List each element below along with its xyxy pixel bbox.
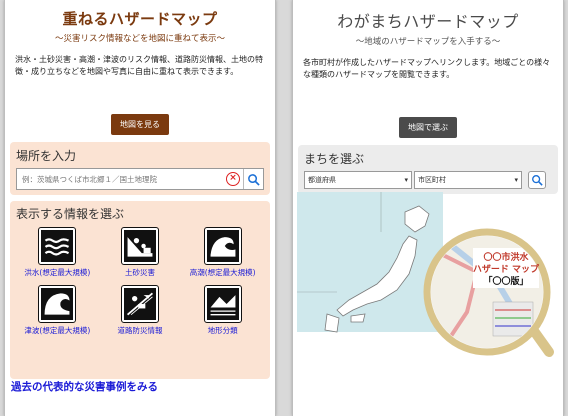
hazard-label: 地形分類 — [207, 326, 238, 335]
storm-surge-icon — [203, 227, 242, 265]
past-disasters-link[interactable]: 過去の代表的な災害事例をみる — [11, 379, 158, 394]
hazard-label: 津波(想定最大規模) — [24, 326, 91, 335]
town-search-button[interactable] — [528, 171, 546, 189]
landslide-icon — [120, 227, 159, 265]
local-hazard-map-panel: わがまちハザードマップ 〜地域のハザードマップを入手する〜 各市町村が作成したハ… — [292, 0, 564, 416]
chevron-down-icon: ▾ — [404, 176, 408, 184]
select-on-map-button[interactable]: 地図で選ぶ — [399, 117, 457, 138]
info-select-section: 表示する情報を選ぶ 洪水(想定最大規模) 土砂災害 高潮(想定最大規模) 津波(… — [10, 201, 270, 379]
panel-subtitle: 〜地域のハザードマップを入手する〜 — [355, 37, 501, 47]
flood-icon — [38, 227, 77, 265]
town-heading: まちを選ぶ — [304, 152, 365, 166]
panel-subtitle: 〜災害リスク情報などを地図に重ねて表示〜 — [54, 34, 225, 44]
prefecture-select[interactable]: 都道府県 ▾ — [304, 171, 412, 189]
panel-title: わがまちハザードマップ — [337, 12, 519, 31]
search-icon — [532, 175, 543, 186]
panel-title: 重ねるハザードマップ — [62, 10, 218, 28]
place-input-section: 場所を入力 × — [10, 142, 270, 195]
magnifier-text-1: 〇〇市洪水 — [483, 251, 529, 263]
hazard-label: 洪水(想定最大規模) — [24, 268, 91, 277]
place-search-input[interactable] — [17, 169, 226, 189]
city-select-value: 市区町村 — [418, 176, 446, 184]
chevron-down-icon: ▾ — [514, 176, 518, 184]
hazard-label: 道路防災情報 — [117, 326, 163, 335]
place-search-bar: × — [16, 168, 264, 190]
hazard-road[interactable]: 道路防災情報 — [99, 285, 182, 336]
hazard-label: 高潮(想定最大規模) — [189, 268, 256, 277]
terrain-icon — [203, 285, 242, 323]
view-map-button[interactable]: 地図を見る — [111, 114, 169, 135]
place-heading: 場所を入力 — [16, 149, 77, 163]
road-disaster-icon — [120, 285, 159, 323]
magnifier-text-3: 「〇〇版」 — [483, 275, 528, 287]
hazard-flood[interactable]: 洪水(想定最大規模) — [16, 227, 99, 278]
hazard-landslide[interactable]: 土砂災害 — [99, 227, 182, 278]
clear-icon[interactable]: × — [226, 172, 240, 186]
panel-description: 洪水・土砂災害・高潮・津波のリスク情報、道路防災情報、土地の特徴・成り立ちなどを… — [15, 55, 263, 76]
panel-description: 各市町村が作成したハザードマップへリンクします。地域ごとの様々な種類のハザードマ… — [303, 58, 551, 79]
hazard-storm-surge[interactable]: 高潮(想定最大規模) — [181, 227, 264, 278]
hazard-tsunami[interactable]: 津波(想定最大規模) — [16, 285, 99, 336]
prefecture-select-value: 都道府県 — [308, 176, 336, 184]
tsunami-icon — [38, 285, 77, 323]
info-heading: 表示する情報を選ぶ — [16, 207, 125, 221]
search-icon — [248, 173, 260, 186]
overlay-hazard-map-panel: 重ねるハザードマップ 〜災害リスク情報などを地図に重ねて表示〜 洪水・土砂災害・… — [4, 0, 276, 416]
magnifier-text-2: ハザード マップ — [473, 263, 540, 275]
search-button[interactable] — [243, 169, 263, 189]
japan-map-illustration[interactable]: 〇〇市洪水 ハザード マップ 「〇〇版」 — [297, 192, 561, 372]
town-select-section: まちを選ぶ 都道府県 ▾ 市区町村 ▾ — [298, 145, 558, 194]
city-select[interactable]: 市区町村 ▾ — [414, 171, 522, 189]
hazard-terrain[interactable]: 地形分類 — [181, 285, 264, 336]
hazard-label: 土砂災害 — [124, 268, 155, 277]
